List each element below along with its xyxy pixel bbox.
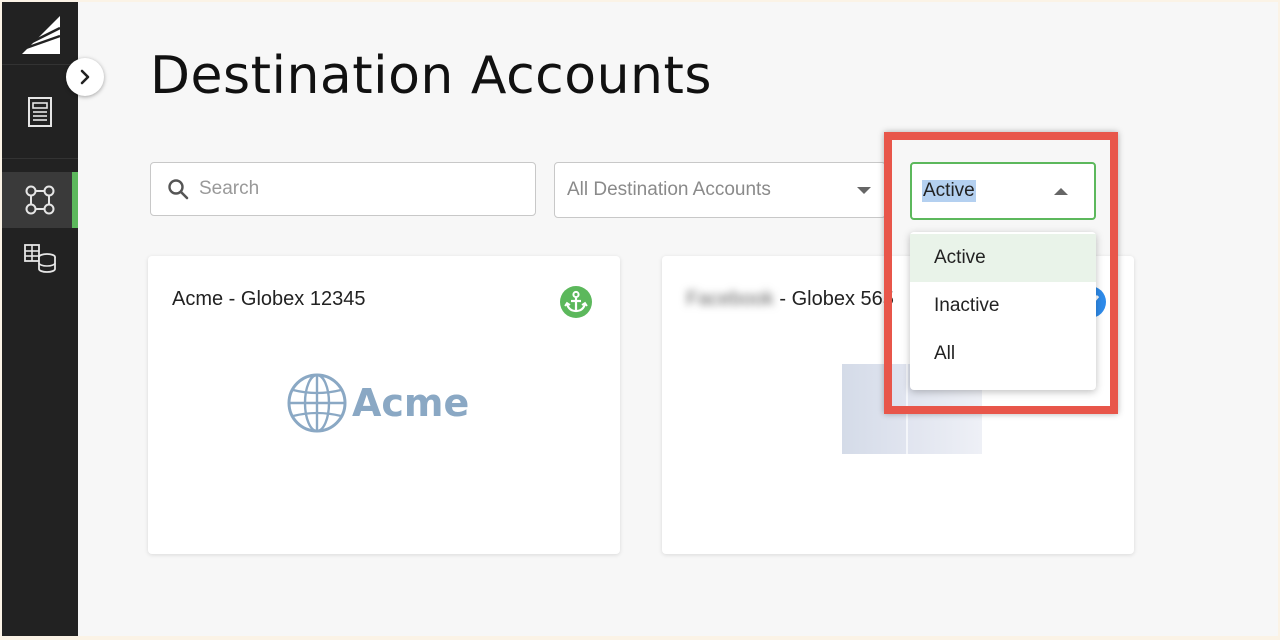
- destination-accounts-select[interactable]: All Destination Accounts: [554, 162, 886, 218]
- search-input[interactable]: [197, 177, 521, 201]
- search-icon: [168, 179, 189, 200]
- connections-icon: [25, 185, 55, 215]
- status-option-all[interactable]: All: [910, 330, 1096, 378]
- chevron-down-icon: [857, 186, 871, 194]
- sidebar-expand-button[interactable]: [66, 58, 104, 96]
- status-option-inactive[interactable]: Inactive: [910, 282, 1096, 330]
- status-select-value: Active: [922, 180, 976, 202]
- sidebar-divider: [2, 158, 78, 159]
- sidebar-divider: [2, 64, 78, 65]
- status-dropdown-menu: Active Inactive All: [910, 232, 1096, 390]
- page-title: Destination Accounts: [150, 46, 712, 106]
- sidebar-item-destinations[interactable]: [2, 172, 78, 228]
- document-icon: [28, 97, 52, 127]
- card-title-rest: - Globex 565: [773, 288, 894, 310]
- blurred-account-name: Facebook: [686, 288, 774, 310]
- database-grid-icon: [24, 244, 56, 273]
- sidebar-item-reports[interactable]: [2, 84, 78, 140]
- sidebar-item-data[interactable]: [2, 230, 78, 286]
- app-frame: Destination Accounts All Destination Acc…: [2, 2, 1278, 636]
- chevron-up-icon: [1054, 187, 1068, 195]
- status-select[interactable]: Active: [910, 162, 1096, 220]
- destination-accounts-select-value: All Destination Accounts: [567, 179, 771, 200]
- card-title: Acme - Globex 12345: [172, 288, 366, 310]
- brand-logo-icon[interactable]: [20, 14, 62, 56]
- destination-account-card[interactable]: Acme - Globex 12345 Acme: [148, 256, 620, 554]
- anchor-icon: [560, 286, 592, 318]
- acme-logo-text: Acme: [352, 381, 470, 425]
- acme-logo: Acme: [286, 372, 469, 434]
- sidebar: [2, 2, 78, 636]
- status-option-active[interactable]: Active: [910, 234, 1096, 282]
- card-title: Facebook - Globex 565: [686, 288, 894, 311]
- search-field[interactable]: [150, 162, 536, 216]
- globe-icon: [287, 373, 347, 433]
- chevron-right-icon: [80, 69, 90, 85]
